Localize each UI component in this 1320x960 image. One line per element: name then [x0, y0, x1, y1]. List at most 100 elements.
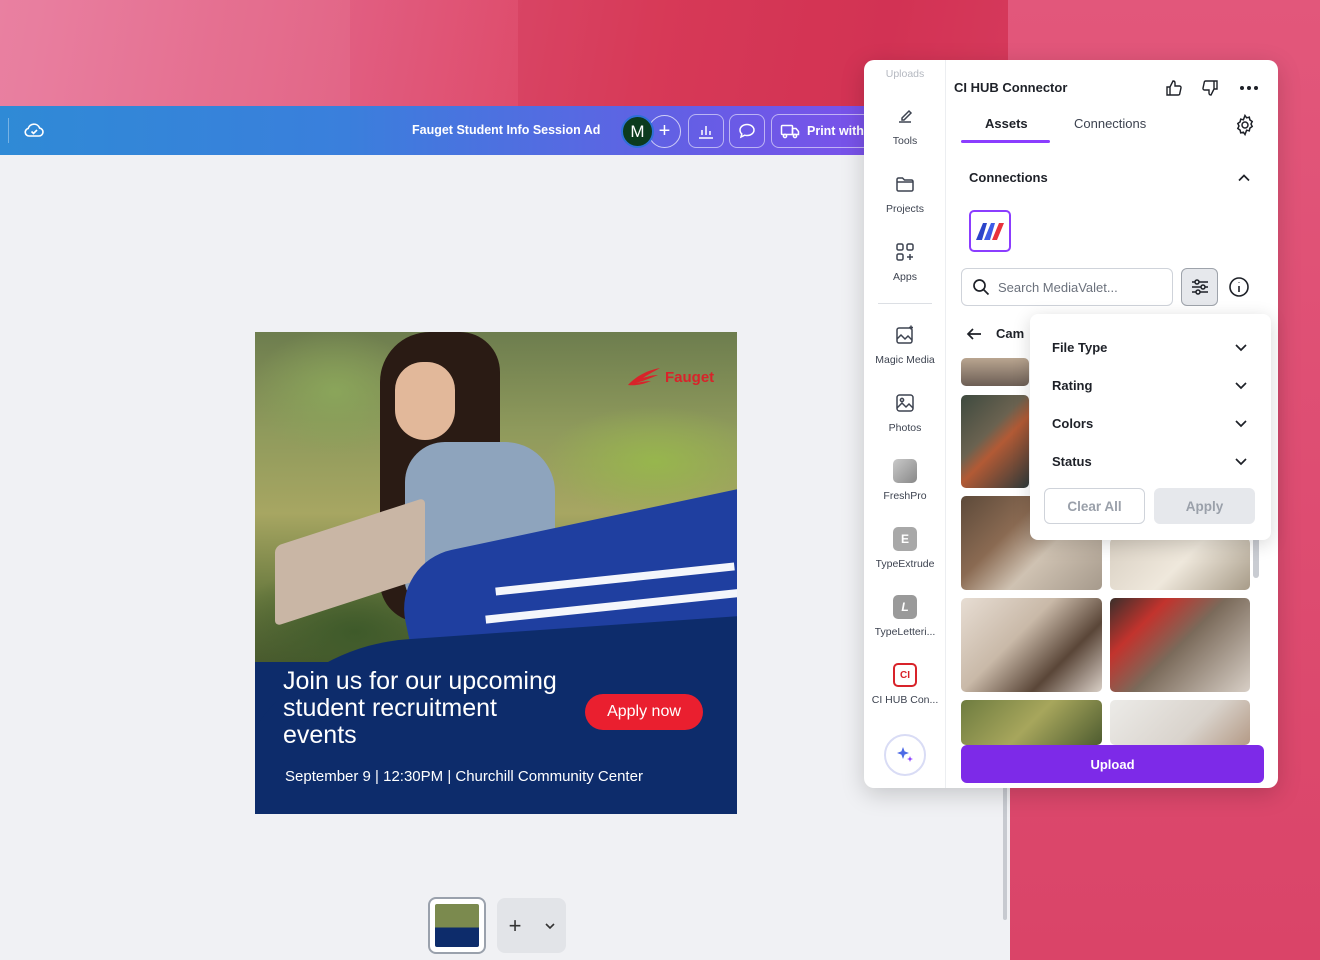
upload-button[interactable]: Upload [961, 745, 1264, 783]
background [0, 0, 350, 110]
freshpro-icon [893, 459, 917, 483]
more-horizontal-icon [1240, 86, 1258, 90]
breadcrumb[interactable]: Cam [966, 326, 1024, 341]
active-tab-indicator [961, 140, 1050, 143]
rail-item-photos[interactable]: Photos [864, 391, 946, 434]
asset-thumbnail[interactable] [1110, 700, 1250, 745]
tab-assets[interactable]: Assets [985, 116, 1028, 131]
filter-popover: File Type Rating Colors Status Clear All… [1030, 314, 1271, 540]
design-headline[interactable]: Join us for our upcoming student recruit… [283, 668, 563, 749]
thumbs-down-icon [1202, 80, 1218, 96]
cihub-icon: CI [893, 663, 917, 687]
comment-icon [739, 123, 755, 139]
magic-media-icon [896, 325, 913, 344]
document-title[interactable]: Fauget Student Info Session Ad [412, 123, 600, 137]
brand-logo[interactable]: Fauget [627, 367, 714, 387]
filter-colors[interactable]: Colors [1052, 416, 1248, 431]
divider [8, 118, 9, 143]
chevron-down-icon [1235, 420, 1247, 428]
asset-thumbnail[interactable] [961, 358, 1029, 386]
page-options-button[interactable] [533, 898, 566, 953]
asset-thumbnail[interactable] [961, 395, 1029, 488]
asset-thumbnail[interactable] [1110, 598, 1250, 692]
editor-topbar: Fauget Student Info Session Ad + M Print… [0, 106, 871, 155]
photo-subject [395, 362, 455, 440]
magic-assistant-button[interactable] [884, 734, 926, 776]
filter-label: File Type [1052, 340, 1108, 355]
truck-icon [780, 124, 800, 139]
design-page[interactable]: Fauget Join us for our upcoming student … [255, 332, 737, 814]
filter-label: Rating [1052, 378, 1093, 393]
rail-item-freshpro[interactable]: FreshPro [864, 459, 946, 502]
insights-button[interactable] [688, 114, 724, 148]
rail-label: Projects [886, 203, 924, 215]
rail-label: CI HUB Con... [871, 694, 939, 706]
gear-icon[interactable] [1233, 113, 1257, 137]
thumbs-up-button[interactable] [1163, 77, 1185, 99]
cloud-saved-icon[interactable] [22, 119, 46, 141]
thumbs-up-icon [1166, 80, 1182, 96]
search-field[interactable] [961, 268, 1173, 306]
rail-item-typeextrude[interactable]: E TypeExtrude [864, 527, 946, 570]
rail-label: Tools [892, 135, 918, 147]
comment-button[interactable] [729, 114, 765, 148]
arrow-left-icon [966, 327, 981, 340]
rail-label: TypeLetteri... [874, 626, 936, 638]
search-icon [973, 279, 990, 296]
bar-chart-icon [699, 126, 713, 139]
chevron-up-icon[interactable] [1236, 170, 1252, 186]
sliders-icon [1191, 279, 1208, 295]
filter-file-type[interactable]: File Type [1052, 340, 1248, 355]
mediavalet-connection[interactable] [969, 210, 1011, 252]
more-options-button[interactable] [1238, 77, 1260, 99]
typelettering-icon: L [893, 595, 917, 619]
rail-item-cihub[interactable]: CI CI HUB Con... [864, 663, 946, 706]
print-label: Print with [807, 124, 864, 138]
page-thumbnail[interactable] [428, 897, 486, 954]
wing-logo-icon [628, 368, 660, 386]
chevron-down-icon [1235, 344, 1247, 352]
sparkle-icon [897, 747, 913, 762]
rail-label: TypeExtrude [875, 558, 935, 570]
search-input[interactable] [998, 279, 1158, 295]
asset-thumbnail[interactable] [961, 598, 1102, 692]
asset-thumbnail[interactable] [1110, 538, 1250, 590]
photos-icon [896, 394, 914, 412]
chevron-down-icon [1235, 382, 1247, 390]
mediavalet-logo-icon [976, 223, 1004, 240]
rail-label: Apps [893, 271, 917, 283]
add-page-button[interactable]: + [497, 898, 533, 953]
tools-icon [899, 109, 913, 123]
rail-label: Photos [888, 422, 922, 434]
rail-item-magic-media[interactable]: Magic Media [864, 323, 946, 366]
filter-status[interactable]: Status [1052, 454, 1248, 469]
app-title: CI HUB Connector [954, 80, 1068, 95]
tab-connections[interactable]: Connections [1074, 116, 1146, 131]
rail-item-projects[interactable]: Projects [864, 172, 946, 215]
rail-label: FreshPro [883, 490, 927, 502]
avatar[interactable]: M [621, 115, 654, 148]
typeextrude-icon: E [893, 527, 917, 551]
rail-item-typelettering[interactable]: L TypeLetteri... [864, 595, 946, 638]
page-thumbnail-image [435, 904, 479, 947]
rail-item-uploads[interactable]: Uploads [864, 68, 946, 80]
event-details[interactable]: September 9 | 12:30PM | Churchill Commun… [285, 768, 643, 785]
folder-icon [896, 177, 914, 192]
rail-divider [878, 303, 932, 304]
rail-item-apps[interactable]: Apps [864, 240, 946, 283]
apps-icon [896, 243, 914, 261]
apply-now-button[interactable]: Apply now [585, 694, 703, 730]
thumbs-down-button[interactable] [1199, 77, 1221, 99]
filter-rating[interactable]: Rating [1052, 378, 1248, 393]
filter-label: Colors [1052, 416, 1094, 431]
rail-item-tools[interactable]: Tools [864, 104, 946, 147]
rail-label: Magic Media [875, 354, 935, 366]
filter-label: Status [1052, 454, 1092, 469]
apply-filters-button[interactable]: Apply [1154, 488, 1255, 524]
print-button[interactable]: Print with [771, 114, 871, 148]
chevron-down-icon [544, 922, 555, 929]
asset-thumbnail[interactable] [961, 700, 1102, 745]
filter-button[interactable] [1181, 268, 1218, 306]
info-icon[interactable] [1227, 275, 1251, 299]
clear-all-button[interactable]: Clear All [1044, 488, 1145, 524]
